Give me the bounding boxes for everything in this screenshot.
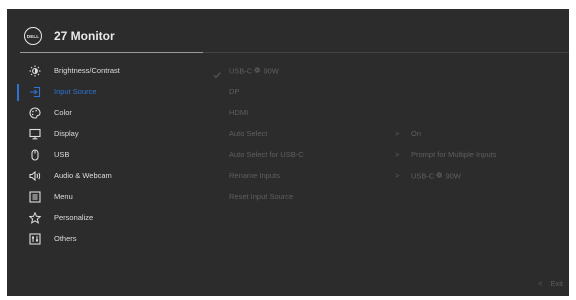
brightness-icon bbox=[28, 64, 42, 78]
exit-button[interactable]: < Exit bbox=[538, 279, 563, 289]
menu-item-display[interactable]: Display bbox=[7, 124, 207, 145]
monitor-osd: DELL 27 Monitor Brightness/Contrast Inpu… bbox=[7, 9, 569, 296]
input-source-icon bbox=[28, 85, 42, 99]
dell-logo: DELL bbox=[24, 27, 42, 45]
option-rename-inputs[interactable]: Rename Inputs > USB-C 90W bbox=[213, 166, 553, 187]
display-icon bbox=[28, 127, 42, 141]
option-power: 90W bbox=[263, 66, 279, 76]
option-usb-c[interactable]: USB-C 90W bbox=[213, 61, 553, 82]
option-value: USB-C bbox=[411, 171, 435, 181]
menu-item-input-source[interactable]: Input Source bbox=[7, 82, 207, 103]
option-hdmi[interactable]: HDMI bbox=[213, 103, 553, 124]
chevron-right-icon: > bbox=[395, 129, 400, 138]
option-label: DP bbox=[229, 87, 240, 96]
option-auto-select-usb-c[interactable]: Auto Select for USB-C > Prompt for Multi… bbox=[213, 145, 553, 166]
menu-item-audio-webcam[interactable]: Audio & Webcam bbox=[7, 166, 207, 187]
power-plug-icon bbox=[435, 171, 443, 182]
option-label: Auto Select for USB-C bbox=[229, 150, 304, 159]
chevron-left-icon: < bbox=[538, 279, 543, 288]
exit-label: Exit bbox=[550, 279, 563, 288]
menu-icon bbox=[28, 190, 42, 204]
checkmark-icon bbox=[213, 66, 223, 79]
usb-mouse-icon bbox=[28, 148, 42, 162]
option-dp[interactable]: DP bbox=[213, 82, 553, 103]
osd-title: 27 Monitor bbox=[54, 29, 115, 43]
active-indicator bbox=[17, 84, 19, 101]
option-reset-input-source[interactable]: Reset Input Source bbox=[213, 187, 553, 208]
power-plug-icon bbox=[253, 66, 261, 77]
menu-item-brightness-contrast[interactable]: Brightness/Contrast bbox=[7, 61, 207, 82]
option-label: Rename Inputs bbox=[229, 171, 280, 180]
osd-header: DELL 27 Monitor bbox=[7, 9, 569, 49]
option-value: On bbox=[411, 129, 422, 138]
option-label: Auto Select bbox=[229, 129, 268, 138]
option-label: HDMI bbox=[229, 108, 249, 117]
header-divider-active bbox=[20, 52, 203, 53]
chevron-right-icon: > bbox=[395, 171, 400, 180]
others-icon bbox=[28, 232, 42, 246]
menu-item-menu[interactable]: Menu bbox=[7, 187, 207, 208]
option-auto-select[interactable]: Auto Select > On bbox=[213, 124, 553, 145]
menu-item-others[interactable]: Others bbox=[7, 229, 207, 250]
color-palette-icon bbox=[28, 106, 42, 120]
option-label: USB-C bbox=[229, 66, 253, 76]
header-divider bbox=[203, 52, 569, 53]
chevron-right-icon: > bbox=[395, 150, 400, 159]
menu-item-usb[interactable]: USB bbox=[7, 145, 207, 166]
star-icon bbox=[28, 211, 42, 225]
option-label: Reset Input Source bbox=[229, 192, 294, 201]
option-value: Prompt for Multiple Inputs bbox=[411, 150, 497, 159]
menu-item-color[interactable]: Color bbox=[7, 103, 207, 124]
option-value-power: 90W bbox=[445, 171, 461, 181]
menu-item-personalize[interactable]: Personalize bbox=[7, 208, 207, 229]
audio-webcam-icon bbox=[28, 169, 42, 183]
